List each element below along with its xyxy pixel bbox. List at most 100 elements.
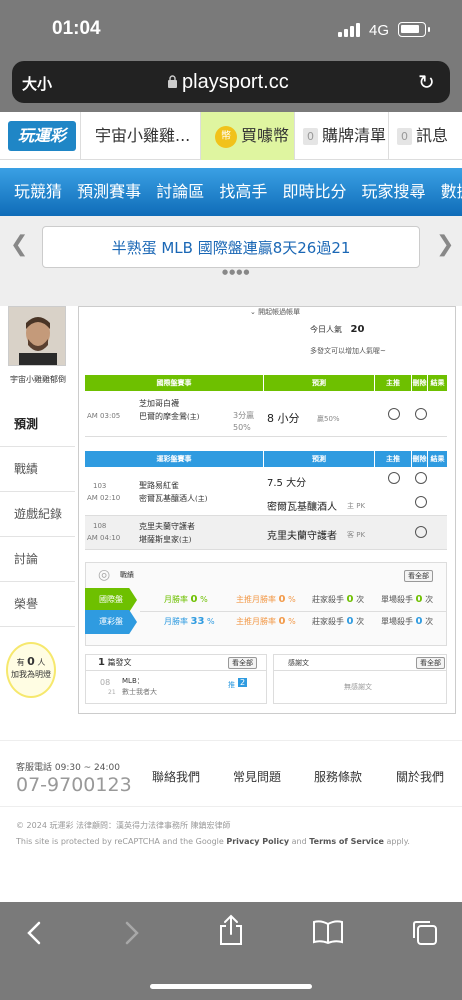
game-number: 103 <box>93 482 107 490</box>
post-month: 08 <box>100 678 111 687</box>
footer-link-contact[interactable]: 聯絡我們 <box>152 768 200 785</box>
lottery-header-del: 刪除 <box>412 451 427 467</box>
sidebar-item-record[interactable]: 戰績 <box>0 447 75 492</box>
list-item[interactable]: 08 21 MLB： 數士我者大 推 2 <box>96 676 260 700</box>
team-home: 堪薩斯皇家(主) <box>139 535 192 544</box>
captcha-notice: This site is protected by reCAPTCHA and … <box>16 837 410 846</box>
lottery-record-row: 月勝率 33 % 主推月勝率 0 % 莊家殺手 0 次 單場殺手 0 次 <box>164 616 434 627</box>
thanks-empty: 無感謝文 <box>344 683 372 691</box>
cart-button[interactable]: 0 購牌清單 <box>294 112 388 160</box>
copyright: © 2024 玩運彩 法律顧問：漢英得力法律事務所 陳鎮宏律師 <box>16 821 231 830</box>
table-row: 103 AM 02:10 聖路易紅雀 密爾瓦基釀酒人(主) 7.5 大分 密爾瓦… <box>85 468 447 516</box>
forward-icon[interactable] <box>122 920 142 946</box>
posts-view-all-button[interactable]: 看全部 <box>228 657 257 669</box>
team-away: 聖路易紅雀 <box>139 481 179 490</box>
post-subtitle: 數士我者大 <box>122 688 157 696</box>
intl-header-game: 國際盤賽事 <box>85 375 263 391</box>
nav-item[interactable]: 討論區 <box>156 182 204 201</box>
lock-icon <box>168 75 177 88</box>
promo-banner[interactable]: 半熟蛋 MLB 國際盤連贏8天26過21 <box>42 226 420 268</box>
toggle-button[interactable]: ⌄ 開起帳過帳單 <box>250 307 300 317</box>
lottery-header-main: 主推 <box>375 451 411 467</box>
home-indicator[interactable] <box>150 984 312 989</box>
thanks-view-all-button[interactable]: 看全部 <box>416 657 445 669</box>
footer-link-about[interactable]: 關於我們 <box>396 768 444 785</box>
pick-note: 主 PK <box>347 502 366 510</box>
signal-icon <box>338 23 362 37</box>
url-text[interactable]: playsport.cc <box>182 71 289 94</box>
record-view-all-button[interactable]: 看全部 <box>404 570 433 582</box>
back-icon[interactable] <box>24 920 44 946</box>
main-pick-radio[interactable] <box>388 408 400 420</box>
toggle-label: 開起帳過帳單 <box>258 308 301 316</box>
footer-link-terms[interactable]: 服務條款 <box>314 768 362 785</box>
intl-record-label: 國際盤 <box>85 588 137 612</box>
site-logo[interactable]: 玩運彩 <box>8 121 76 151</box>
battery-icon <box>398 22 426 37</box>
sidebar-item-discussion[interactable]: 討論 <box>0 537 75 582</box>
lottery-header-game: 運彩盤賽事 <box>85 451 263 467</box>
avatar-image <box>9 307 65 365</box>
terms-link[interactable]: Terms of Service <box>309 837 384 846</box>
followers-note: 加我為明燈 <box>11 670 51 679</box>
text-size-button[interactable]: 大小 <box>22 73 52 94</box>
message-button[interactable]: 0 訊息 <box>388 112 462 160</box>
clock: 01:04 <box>52 18 101 39</box>
share-icon[interactable] <box>217 914 245 946</box>
game-time: AM 02:10 <box>87 494 121 502</box>
game-time: AM 04:10 <box>87 534 121 542</box>
target-icon: ◎ <box>98 567 111 583</box>
divider <box>86 670 266 671</box>
team-away: 芝加哥白襪 <box>139 399 179 408</box>
today-value: 20 <box>350 324 365 335</box>
tabs-icon[interactable] <box>410 918 440 948</box>
game-time: AM 03:05 <box>87 412 121 420</box>
sidebar-item-game-log[interactable]: 遊戲紀錄 <box>0 492 75 537</box>
team-away: 克里夫蘭守護者 <box>139 522 195 531</box>
delete-radio[interactable] <box>415 526 427 538</box>
pick: 密爾瓦基釀酒人 <box>267 502 337 513</box>
chevron-left-icon[interactable]: ❮ <box>10 232 28 257</box>
divider <box>0 806 462 807</box>
lottery-header-pred: 預測 <box>264 451 374 467</box>
follow-lamp-button[interactable]: 有 0 人 加我為明燈 <box>6 642 56 698</box>
nav-item[interactable]: 找高手 <box>219 182 267 201</box>
sidebar-item-prediction[interactable]: 預測 <box>0 402 75 447</box>
today-label: 今日人氣 <box>310 325 342 334</box>
pick: 克里夫蘭守護者 <box>267 531 337 542</box>
nav-item[interactable]: 玩競猜 <box>14 182 62 201</box>
table-row: 108 AM 04:10 克里夫蘭守護者 堪薩斯皇家(主) 克里夫蘭守護者 客 … <box>85 516 447 550</box>
message-label: 訊息 <box>416 126 449 145</box>
main-pick-radio[interactable] <box>388 472 400 484</box>
address-bar[interactable]: 大小 playsport.cc ↻ <box>12 61 450 103</box>
intl-header-del: 刪除 <box>412 375 427 391</box>
intl-header-result: 結果 <box>428 375 447 391</box>
table-row: AM 03:05 芝加哥白襪 巴爾的摩金鶯(主) 3分贏 50% 8 小分 贏5… <box>85 392 447 437</box>
reload-icon[interactable]: ↻ <box>418 70 435 94</box>
nav-item[interactable]: 玩家搜尋 <box>362 182 426 201</box>
intl-header-main: 主推 <box>375 375 411 391</box>
pick-note: 客 PK <box>347 531 366 539</box>
user-menu[interactable]: 宇宙小雞雞... <box>80 112 200 160</box>
team-home: 巴爾的摩金鶯(主) <box>139 412 200 421</box>
delete-radio[interactable] <box>415 472 427 484</box>
carousel-dots: ●●●● <box>222 268 251 276</box>
delete-radio[interactable] <box>415 496 427 508</box>
game-number: 108 <box>93 522 107 530</box>
delete-radio[interactable] <box>415 408 427 420</box>
service-phone[interactable]: 07-9700123 <box>16 774 132 796</box>
sidebar-item-honor[interactable]: 榮譽 <box>0 582 75 627</box>
footer-link-faq[interactable]: 常見問題 <box>233 768 281 785</box>
bookmarks-icon[interactable] <box>312 920 344 944</box>
battery-tip <box>428 27 430 32</box>
spread: 3分贏 <box>233 411 255 420</box>
coin-icon: 幣 <box>215 125 237 148</box>
nav-item[interactable]: 數據 <box>441 182 462 201</box>
buy-coin-button[interactable]: 幣買噱幣 <box>200 112 294 160</box>
avatar[interactable] <box>8 306 66 366</box>
privacy-link[interactable]: Privacy Policy <box>226 837 289 846</box>
chevron-right-icon[interactable]: ❯ <box>436 232 454 257</box>
team-home: 密爾瓦基釀酒人(主) <box>139 494 208 503</box>
nav-item[interactable]: 預測賽事 <box>77 182 141 201</box>
nav-item[interactable]: 即時比分 <box>282 182 346 201</box>
